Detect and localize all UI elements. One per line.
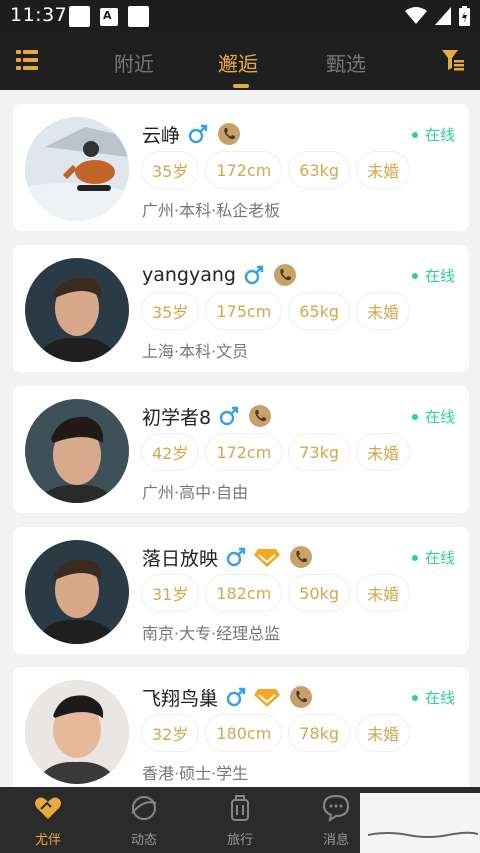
- phone-icon[interactable]: [273, 264, 296, 286]
- age-tag: 42岁: [141, 433, 200, 471]
- height-tag: 180cm: [205, 714, 283, 752]
- notification-icon: [128, 6, 149, 27]
- system-icons: [405, 6, 470, 26]
- menu-list-icon[interactable]: [16, 50, 38, 70]
- phone-icon[interactable]: [290, 686, 313, 708]
- marital-tag: 未婚: [356, 151, 411, 189]
- name-row: 飞翔鸟巢: [142, 683, 313, 711]
- weight-tag: 78kg: [288, 714, 351, 752]
- avatar[interactable]: [25, 540, 129, 644]
- male-icon: [226, 547, 246, 567]
- name-row: 云峥: [142, 120, 241, 148]
- nav-label: 旅行: [226, 833, 253, 848]
- notification-icon: [69, 6, 90, 27]
- male-icon: [244, 265, 264, 285]
- chat-bubble-icon: [322, 794, 350, 823]
- user-name: yangyang: [142, 264, 236, 286]
- age-tag: 35岁: [141, 292, 200, 330]
- active-tab-indicator: [233, 84, 249, 88]
- weight-tag: 63kg: [288, 151, 351, 189]
- weight-tag: 65kg: [288, 292, 351, 330]
- user-info: 广州·本科·私企老板: [142, 201, 281, 220]
- user-card[interactable]: 云峥 在线 35岁 172cm 63kg 未婚 广州·本科·私企老板: [13, 104, 469, 231]
- keyboard-icon: [100, 8, 118, 26]
- male-icon: [188, 124, 208, 144]
- nav-label: 动态: [130, 833, 157, 848]
- height-tag: 172cm: [205, 151, 283, 189]
- tag-group: 32岁 180cm 78kg 未婚: [141, 714, 411, 752]
- phone-icon[interactable]: [249, 405, 272, 427]
- tag-group: 35岁 175cm 65kg 未婚: [141, 292, 411, 330]
- marital-tag: 未婚: [356, 292, 411, 330]
- height-tag: 175cm: [205, 292, 283, 330]
- avatar[interactable]: [25, 117, 129, 221]
- battery-icon: [459, 6, 470, 26]
- nav-item-travel[interactable]: 旅行: [192, 787, 288, 853]
- user-name: 初学者8: [142, 406, 212, 429]
- signal-icon: [405, 7, 427, 24]
- avatar[interactable]: [25, 258, 129, 362]
- weight-tag: 73kg: [288, 433, 351, 471]
- tab-nearby[interactable]: 附近: [114, 48, 154, 77]
- tag-group: 31岁 182cm 50kg 未婚: [141, 574, 411, 612]
- male-icon: [219, 406, 239, 426]
- user-card[interactable]: yangyang 在线 35岁 175cm 65kg 未婚 上海·本科·文员: [13, 245, 469, 372]
- phone-icon[interactable]: [218, 123, 241, 145]
- name-row: 落日放映: [142, 543, 313, 571]
- user-info: 上海·本科·文员: [142, 342, 249, 361]
- nav-item-moments[interactable]: 动态: [96, 787, 192, 853]
- heart-hand-icon: [35, 797, 61, 819]
- user-card[interactable]: 飞翔鸟巢 在线 32岁 180cm 78kg 未婚 香港·硕士·学生: [13, 667, 469, 787]
- online-status: 在线: [412, 547, 455, 568]
- marital-tag: 未婚: [356, 433, 411, 471]
- user-name: 飞翔鸟巢: [142, 687, 219, 710]
- user-list[interactable]: 云峥 在线 35岁 172cm 63kg 未婚 广州·本科·私企老板 yangy…: [0, 90, 480, 787]
- marital-tag: 未婚: [356, 574, 411, 612]
- online-status: 在线: [412, 124, 455, 145]
- online-status: 在线: [412, 406, 455, 427]
- nav-label: 尤伴: [34, 833, 61, 848]
- name-row: 初学者8: [142, 402, 272, 430]
- planet-icon: [131, 796, 157, 820]
- vip-diamond-icon: [254, 549, 281, 567]
- user-name: 云峥: [142, 124, 181, 147]
- height-tag: 172cm: [205, 433, 283, 471]
- user-card[interactable]: 初学者8 在线 42岁 172cm 73kg 未婚 广州·高中·自由: [13, 386, 469, 513]
- luggage-icon: [231, 795, 249, 821]
- name-row: yangyang: [142, 261, 296, 289]
- overlay-thumbnail: [360, 793, 480, 853]
- age-tag: 31岁: [141, 574, 200, 612]
- user-info: 广州·高中·自由: [142, 483, 249, 502]
- vip-diamond-icon: [254, 689, 281, 707]
- nav-item-companion[interactable]: 尤伴: [0, 787, 96, 853]
- online-status: 在线: [412, 265, 455, 286]
- avatar[interactable]: [25, 399, 129, 503]
- phone-icon[interactable]: [290, 546, 313, 568]
- user-name: 落日放映: [142, 547, 219, 570]
- filter-icon[interactable]: [442, 49, 464, 71]
- tag-group: 35岁 172cm 63kg 未婚: [141, 151, 411, 189]
- tag-group: 42岁 172cm 73kg 未婚: [141, 433, 411, 471]
- age-tag: 32岁: [141, 714, 200, 752]
- status-time: 11:37: [10, 4, 68, 26]
- online-status: 在线: [412, 687, 455, 708]
- status-bar: 11:37: [0, 0, 480, 32]
- male-icon: [226, 687, 246, 707]
- user-info: 南京·大专·经理总监: [142, 624, 281, 643]
- age-tag: 35岁: [141, 151, 200, 189]
- tab-curated[interactable]: 甄选: [326, 48, 366, 77]
- cell-signal-icon: [435, 7, 451, 25]
- top-nav: 附近 邂逅 甄选: [0, 32, 480, 90]
- avatar[interactable]: [25, 680, 129, 784]
- marital-tag: 未婚: [356, 714, 411, 752]
- weight-tag: 50kg: [288, 574, 351, 612]
- height-tag: 182cm: [205, 574, 283, 612]
- tab-encounter[interactable]: 邂逅: [218, 48, 258, 77]
- user-card[interactable]: 落日放映 在线 31岁 182cm 50kg 未婚 南京·大专·经理总监: [13, 527, 469, 654]
- user-info: 香港·硕士·学生: [142, 764, 249, 783]
